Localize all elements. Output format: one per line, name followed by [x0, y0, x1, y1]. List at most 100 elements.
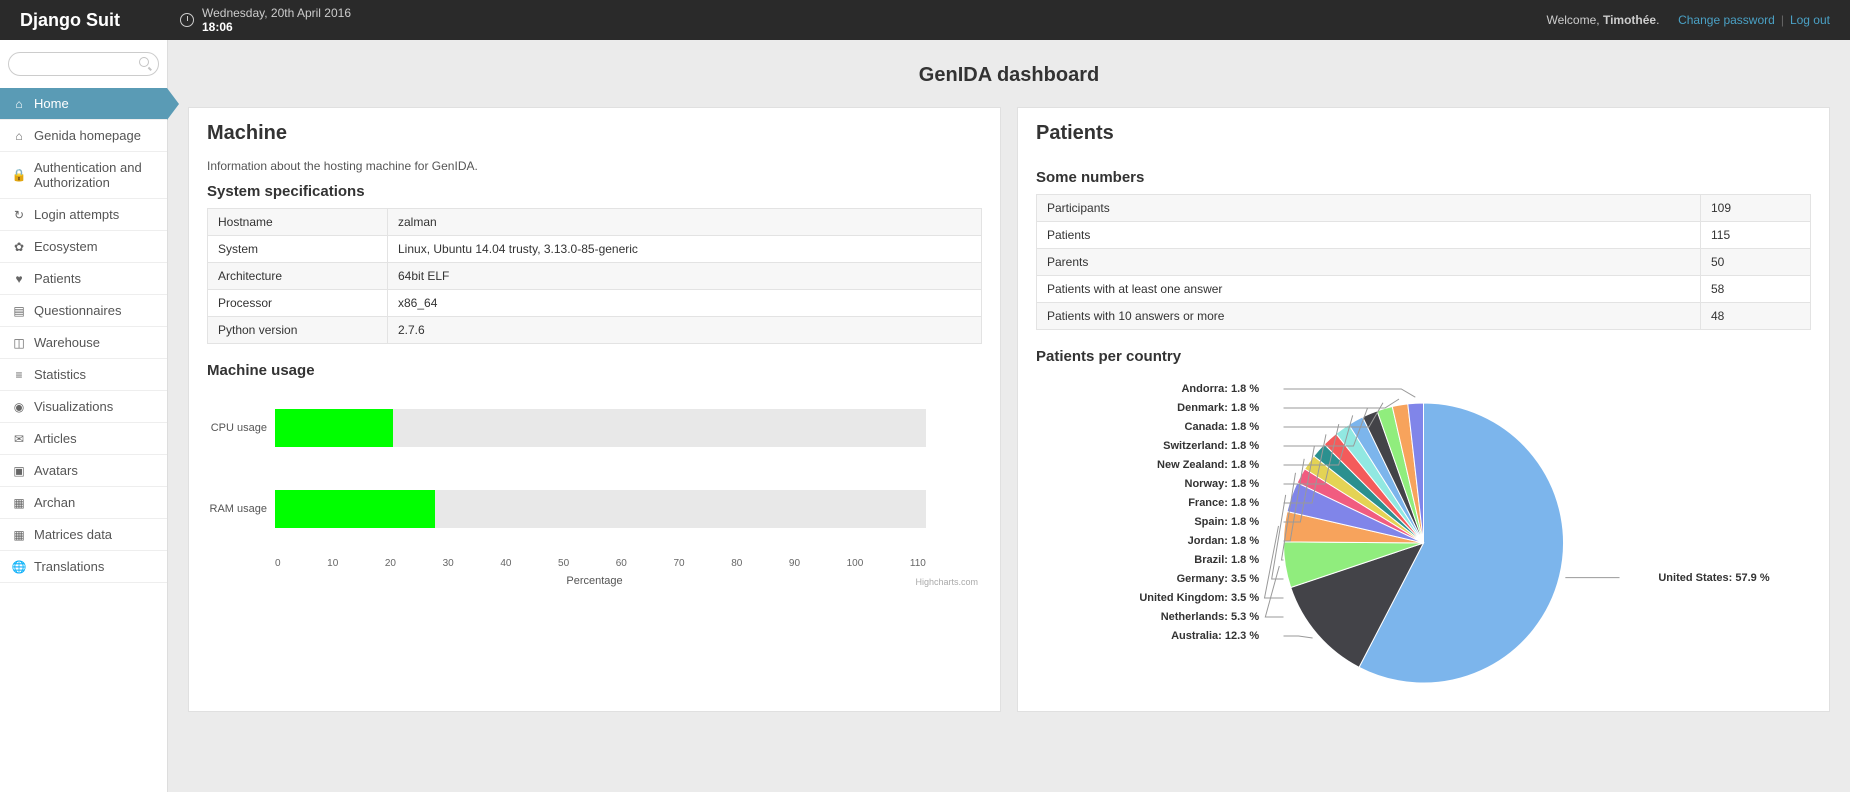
nav-item-questionnaires[interactable]: ▤ Questionnaires: [0, 295, 167, 327]
table-row: Architecture64bit ELF: [208, 263, 982, 290]
patients-heading: Patients: [1036, 122, 1811, 145]
search-icon[interactable]: [139, 57, 151, 69]
nav-item-ecosystem[interactable]: ✿Ecosystem: [0, 231, 167, 263]
nav-item-home[interactable]: ⌂Home: [0, 88, 167, 120]
pie-label: Netherlands: 5.3 %: [1161, 611, 1259, 623]
machine-panel: Machine Information about the hosting ma…: [188, 107, 1001, 712]
pie-label: United States: 57.9 %: [1658, 572, 1769, 584]
grid-icon: ▦: [12, 496, 26, 510]
box-icon: ◫: [12, 336, 26, 350]
pie-label: Canada: 1.8 %: [1185, 421, 1260, 433]
nav-item-label: Avatars: [34, 463, 78, 478]
pie-label: Jordan: 1.8 %: [1188, 535, 1260, 547]
chart-tick: 30: [443, 558, 454, 569]
logout-link[interactable]: Log out: [1790, 13, 1830, 27]
chart-category-label: RAM usage: [207, 503, 267, 515]
nav-item-label: Authentication and Authorization: [34, 160, 155, 190]
nav-item-avatars[interactable]: ▣Avatars: [0, 455, 167, 487]
nav-item-label: Ecosystem: [34, 239, 98, 254]
nav: ⌂Home⌂Genida homepage 🔒 Authentication and…: [0, 88, 167, 583]
nav-item-label: Questionnaires: [34, 303, 121, 318]
header-time: 18:06: [202, 20, 233, 34]
nav-item-translations[interactable]: 🌐Translations: [0, 551, 167, 583]
table-row: Patients with at least one answer58: [1037, 276, 1811, 303]
nav-item-authentication-and-authorization[interactable]: 🔒 Authentication and Authorization: [0, 152, 167, 199]
chart-tick: 0: [275, 558, 281, 569]
nav-item-articles[interactable]: ✉ Articles: [0, 423, 167, 455]
pie-label: France: 1.8 %: [1188, 497, 1259, 509]
comment-icon: ✉: [12, 432, 26, 446]
chart-x-label: Percentage: [207, 575, 982, 587]
patients-panel: Patients Some numbers Participants109Pat…: [1017, 107, 1830, 712]
table-row: Processorx86_64: [208, 290, 982, 317]
pie-label: Andorra: 1.8 %: [1181, 383, 1259, 395]
num-value: 50: [1701, 249, 1811, 276]
nav-item-visualizations[interactable]: ◉Visualizations: [0, 391, 167, 423]
chart-credit: Highcharts.com: [915, 577, 978, 587]
refresh-icon: ↻: [12, 208, 26, 222]
chart-tick: 70: [673, 558, 684, 569]
table-row: Participants109: [1037, 195, 1811, 222]
chart-bar-track: [275, 490, 926, 528]
nav-item-label: Login attempts: [34, 207, 119, 222]
nav-item-statistics[interactable]: ≡Statistics: [0, 359, 167, 391]
nav-item-warehouse[interactable]: ◫Warehouse: [0, 327, 167, 359]
per-country-heading: Patients per country: [1036, 348, 1811, 365]
pie-label: Denmark: 1.8 %: [1177, 402, 1259, 414]
chart-tick: 60: [616, 558, 627, 569]
clock-icon: [180, 13, 194, 27]
brand[interactable]: Django Suit: [20, 10, 180, 31]
nav-item-login-attempts[interactable]: ↻ Login attempts: [0, 199, 167, 231]
num-value: 115: [1701, 222, 1811, 249]
num-value: 58: [1701, 276, 1811, 303]
numbers-heading: Some numbers: [1036, 169, 1811, 186]
nav-item-label: Archan: [34, 495, 75, 510]
table-row: SystemLinux, Ubuntu 14.04 trusty, 3.13.0…: [208, 236, 982, 263]
nav-item-label: Matrices data: [34, 527, 112, 542]
grid-icon: ▦: [12, 528, 26, 542]
usage-chart: CPU usageRAM usage 010203040506070809010…: [207, 387, 982, 587]
home-icon: ⌂: [12, 97, 26, 111]
num-key: Patients with 10 answers or more: [1037, 303, 1701, 330]
header-datetime: Wednesday, 20th April 2016 18:06: [180, 6, 351, 34]
bars-icon: ≡: [12, 368, 26, 382]
change-password-link[interactable]: Change password: [1678, 13, 1775, 27]
spec-key: Python version: [208, 317, 388, 344]
list-icon: ▤: [12, 304, 26, 318]
nav-item-matrices-data[interactable]: ▦ Matrices data: [0, 519, 167, 551]
pie-label: New Zealand: 1.8 %: [1157, 459, 1259, 471]
table-row: Patients with 10 answers or more48: [1037, 303, 1811, 330]
spec-value: 64bit ELF: [388, 263, 982, 290]
chart-row: CPU usage: [207, 409, 982, 447]
num-key: Patients: [1037, 222, 1701, 249]
spec-value: x86_64: [388, 290, 982, 317]
table-row: Python version2.7.6: [208, 317, 982, 344]
nav-item-patients[interactable]: ♥Patients: [0, 263, 167, 295]
chart-tick: 50: [558, 558, 569, 569]
chart-tick: 10: [327, 558, 338, 569]
spec-value: 2.7.6: [388, 317, 982, 344]
num-key: Patients with at least one answer: [1037, 276, 1701, 303]
chart-tick: 80: [731, 558, 742, 569]
spec-value: zalman: [388, 209, 982, 236]
nav-item-label: Articles: [34, 431, 77, 446]
globe-icon: 🌐: [12, 560, 26, 574]
chart-tick: 100: [847, 558, 864, 569]
num-value: 48: [1701, 303, 1811, 330]
welcome-text: Welcome, Timothée.: [1546, 13, 1659, 27]
chart-bar: [275, 490, 435, 528]
chart-category-label: CPU usage: [207, 422, 267, 434]
num-value: 109: [1701, 195, 1811, 222]
sidebar: ⌂Home⌂Genida homepage 🔒 Authentication and…: [0, 40, 168, 792]
nav-item-archan[interactable]: ▦ Archan: [0, 487, 167, 519]
pie-label: Norway: 1.8 %: [1185, 478, 1260, 490]
usage-heading: Machine usage: [207, 362, 982, 379]
spec-key: System: [208, 236, 388, 263]
search-input[interactable]: [8, 52, 159, 76]
nav-item-genida-homepage[interactable]: ⌂Genida homepage: [0, 120, 167, 152]
chart-tick: 110: [910, 558, 926, 569]
lock-icon: 🔒: [12, 168, 26, 182]
numbers-table: Participants109Patients115Parents50Patie…: [1036, 194, 1811, 330]
pie-label: Spain: 1.8 %: [1194, 516, 1259, 528]
machine-heading: Machine: [207, 122, 982, 145]
